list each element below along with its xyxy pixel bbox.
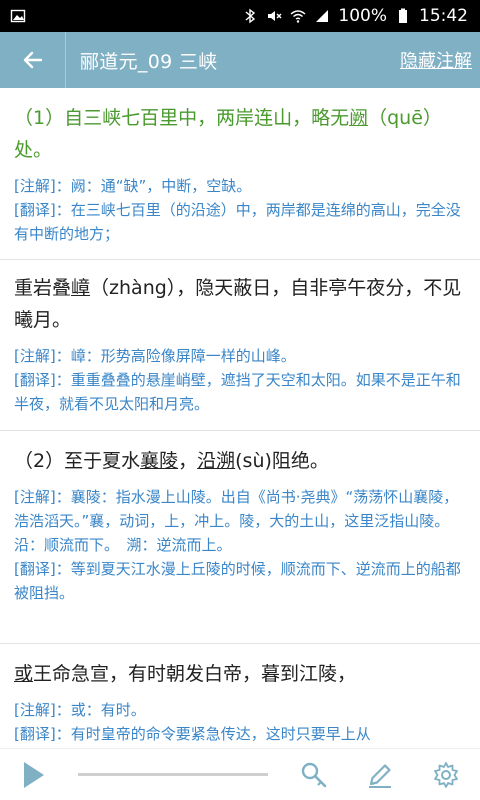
verse-section: （2）至于夏水襄陵，沿溯(sù)阻绝。 [注解]：襄陵：指水漫上山陵。出自《尚书…	[0, 431, 480, 644]
battery-icon	[395, 8, 411, 24]
translation-text: [翻译]：有时皇帝的命令要紧急传达，这时只要早上从	[14, 725, 371, 743]
play-icon	[24, 761, 44, 788]
wifi-icon	[290, 8, 306, 24]
translation-text: [翻译]：重重叠叠的悬崖峭壁，遮挡了天空和太阳。如果不是正午和半夜，就看不见太阳…	[14, 371, 461, 413]
translation-text: [翻译]：等到夏天江水漫上丘陵的时候，顺流而下、逆流而上的船都被阻挡。	[14, 560, 461, 602]
original-text[interactable]: 或王命急宣，有时朝发白帝，暮到江陵，	[14, 658, 466, 690]
annotation-text: [注解]：或：有时。	[14, 701, 146, 719]
verse-section: 或王命急宣，有时朝发白帝，暮到江陵， [注解]：或：有时。 [翻译]：有时皇帝的…	[0, 644, 480, 746]
image-icon	[10, 8, 26, 24]
verse-section: 重岩叠嶂（zhàng），隐天蔽日，自非亭午夜分，不见曦月。 [注解]：嶂：形势高…	[0, 260, 480, 431]
back-button[interactable]	[0, 32, 66, 88]
signal-icon	[314, 8, 330, 24]
edit-icon	[369, 764, 391, 788]
back-arrow-icon	[23, 51, 42, 69]
original-text[interactable]: （2）至于夏水襄陵，沿溯(sù)阻绝。	[14, 445, 466, 477]
mute-icon	[266, 8, 282, 24]
search-icon	[301, 762, 327, 788]
text-content[interactable]: （1）自三峡七百里中，两岸连山，略无阙（quē）处。 [注解]：阙：通“缺”，中…	[0, 88, 480, 748]
verse-section: （1）自三峡七百里中，两岸连山，略无阙（quē）处。 [注解]：阙：通“缺”，中…	[0, 88, 480, 260]
edit-button[interactable]	[360, 755, 400, 795]
settings-button[interactable]	[426, 755, 466, 795]
battery-percent: 100%	[338, 6, 387, 26]
search-button[interactable]	[294, 755, 334, 795]
status-bar: 100% 15:42	[0, 0, 480, 32]
app-bar: 郦道元_09 三峡 隐藏注解	[0, 32, 480, 88]
audio-progress-bar[interactable]	[78, 773, 268, 776]
bluetooth-icon	[242, 8, 258, 24]
annotation-text: [注解]：阙：通“缺”，中断，空缺。	[14, 177, 252, 195]
clock: 15:42	[419, 6, 468, 26]
original-text[interactable]: 重岩叠嶂（zhàng），隐天蔽日，自非亭午夜分，不见曦月。	[14, 272, 466, 336]
settings-icon	[434, 762, 458, 788]
original-text[interactable]: （1）自三峡七百里中，两岸连山，略无阙（quē）处。	[14, 102, 466, 166]
hide-notes-button[interactable]: 隐藏注解	[400, 47, 480, 73]
play-button[interactable]	[0, 749, 68, 800]
annotation-text: [注解]：嶂：形势高险像屏障一样的山峰。	[14, 347, 296, 365]
page-title: 郦道元_09 三峡	[80, 50, 218, 73]
bottom-toolbar	[0, 748, 480, 800]
annotation-text: [注解]：襄陵：指水漫上山陵。出自《尚书·尧典》“荡荡怀山襄陵，浩浩滔天。”襄，…	[14, 488, 459, 554]
translation-text: [翻译]：在三峡七百里（的沿途）中，两岸都是连绵的高山，完全没有中断的地方；	[14, 201, 461, 243]
